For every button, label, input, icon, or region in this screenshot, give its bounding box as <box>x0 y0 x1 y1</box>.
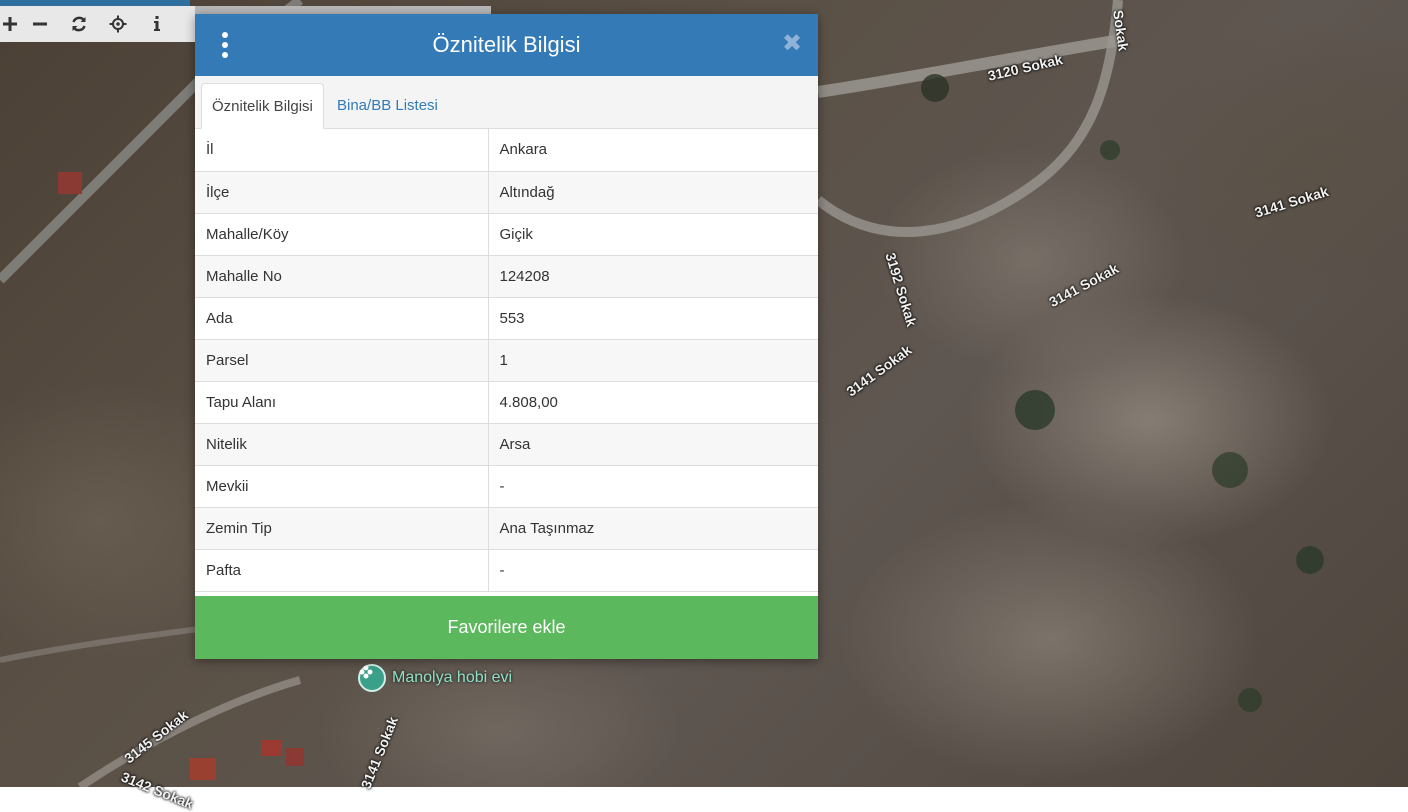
dot <box>222 52 228 58</box>
row-value: 4.808,00 <box>487 381 818 424</box>
row-value: Arsa <box>487 423 818 466</box>
info-icon <box>153 16 160 31</box>
tree <box>1296 546 1324 574</box>
row-label: Mahalle No <box>195 255 488 298</box>
table-row: Tapu Alanı 4.808,00 <box>195 381 818 424</box>
plus-icon <box>3 17 17 31</box>
table-row: Ada 553 <box>195 297 818 340</box>
row-label: Mevkii <box>195 465 488 508</box>
zoom-out-button[interactable] <box>20 6 59 42</box>
attribute-dialog: Öznitelik Bilgisi ✖ Öznitelik Bilgisi Bi… <box>195 14 818 659</box>
building <box>262 740 282 756</box>
row-label: Zemin Tip <box>195 507 488 550</box>
toolbar-strip <box>195 6 491 14</box>
table-row: Parsel 1 <box>195 339 818 382</box>
row-label: Nitelik <box>195 423 488 466</box>
road-3120 <box>817 34 1121 98</box>
row-label: Pafta <box>195 549 488 592</box>
tree <box>921 74 949 102</box>
table-row: Nitelik Arsa <box>195 423 818 466</box>
dialog-header: Öznitelik Bilgisi ✖ <box>195 14 818 76</box>
table-row: İl Ankara <box>195 129 818 172</box>
tree <box>1238 688 1262 712</box>
dialog-title: Öznitelik Bilgisi <box>432 32 581 57</box>
table-row: Pafta - <box>195 549 818 592</box>
tree <box>1015 390 1055 430</box>
menu-button[interactable] <box>217 32 233 58</box>
row-value: 1 <box>487 339 818 382</box>
poi-marker[interactable]: Manolya hobi evi <box>358 664 512 692</box>
row-value: Giçik <box>487 213 818 256</box>
attribute-table: İl Ankara İlçe Altındağ Mahalle/Köy Giçik M… <box>195 129 818 592</box>
row-label: İl <box>195 129 488 172</box>
building <box>286 748 304 766</box>
row-value: - <box>487 465 818 508</box>
dot <box>222 42 228 48</box>
info-button[interactable] <box>137 6 176 42</box>
row-label: Parsel <box>195 339 488 382</box>
table-row: Mahalle No 124208 <box>195 255 818 298</box>
row-value: 124208 <box>487 255 818 298</box>
poi-label: Manolya hobi evi <box>392 669 513 686</box>
building <box>58 172 82 194</box>
row-value: Ana Taşınmaz <box>487 507 818 550</box>
row-label: Ada <box>195 297 488 340</box>
row-value: Altındağ <box>487 171 818 214</box>
close-icon[interactable]: ✖ <box>782 31 802 57</box>
zoom-in-button[interactable] <box>0 6 20 42</box>
locate-icon <box>109 15 126 33</box>
table-row: İlçe Altındağ <box>195 171 818 214</box>
road-curve <box>814 0 1123 237</box>
building <box>190 758 216 780</box>
minus-icon <box>32 22 47 26</box>
row-value: Ankara <box>487 129 818 172</box>
flower-icon <box>358 664 386 692</box>
dialog-tabs: Öznitelik Bilgisi Bina/BB Listesi <box>195 76 818 129</box>
table-row: Mevkii - <box>195 465 818 508</box>
add-favorite-button[interactable]: Favorilere ekle <box>195 596 818 659</box>
row-label: İlçe <box>195 171 488 214</box>
tree <box>1212 452 1248 488</box>
map-toolbar <box>0 6 195 42</box>
row-value: - <box>487 549 818 592</box>
table-row: Mahalle/Köy Giçik <box>195 213 818 256</box>
tree <box>1100 140 1120 160</box>
dot <box>222 32 228 38</box>
row-label: Mahalle/Köy <box>195 213 488 256</box>
row-label: Tapu Alanı <box>195 381 488 424</box>
tab-attribute-info[interactable]: Öznitelik Bilgisi <box>201 83 324 129</box>
row-value: 553 <box>487 297 818 340</box>
locate-button[interactable] <box>98 6 137 42</box>
refresh-icon <box>71 16 86 32</box>
table-row: Zemin Tip Ana Taşınmaz <box>195 507 818 550</box>
tab-building-list[interactable]: Bina/BB Listesi <box>327 83 448 129</box>
refresh-button[interactable] <box>59 6 98 42</box>
